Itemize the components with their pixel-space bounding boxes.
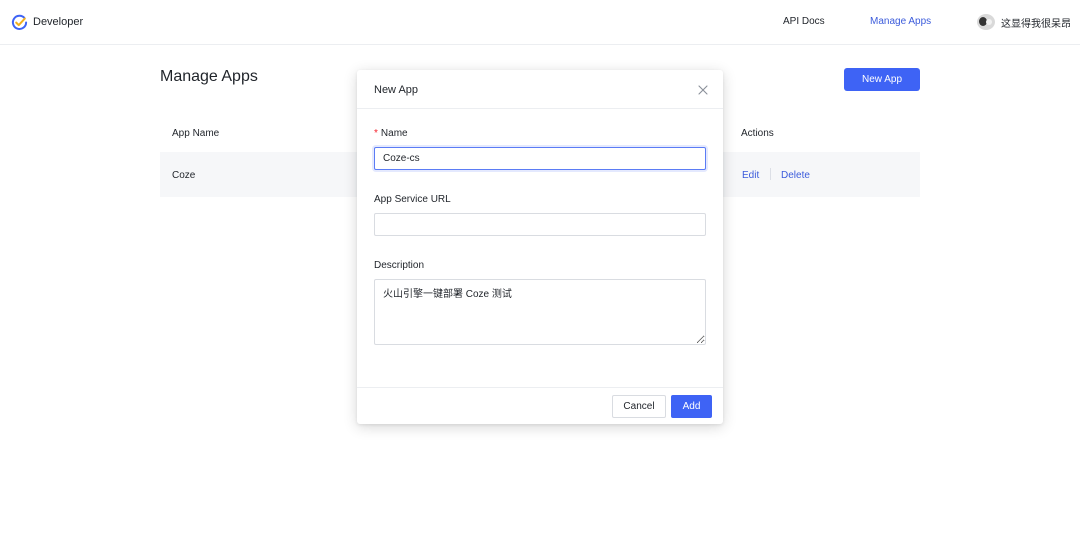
avatar [977, 14, 995, 30]
url-label: App Service URL [374, 194, 451, 205]
app-service-url-input[interactable] [374, 213, 706, 236]
close-icon[interactable] [696, 83, 710, 97]
description-textarea[interactable]: 火山引擎一键部署 Coze 测试 [374, 279, 706, 345]
app-name-cell: Coze [172, 170, 196, 181]
page-title: Manage Apps [160, 68, 258, 85]
name-label: * Name [374, 128, 408, 139]
brand-label: Developer [33, 16, 84, 28]
user-name: 这显得我很呆昂 [1001, 18, 1071, 30]
description-label: Description [374, 260, 425, 271]
new-app-button[interactable]: New App [844, 68, 920, 91]
user-menu[interactable]: 这显得我很呆昂 [977, 14, 1071, 30]
dialog-title: New App [374, 84, 419, 96]
column-header-actions: Actions [741, 128, 774, 139]
name-label-text: Name [380, 128, 408, 139]
edit-link[interactable]: Edit [742, 170, 759, 181]
required-mark: * [374, 128, 378, 139]
action-divider [770, 168, 771, 180]
check-circle-icon [11, 14, 28, 31]
nav-link-api-docs[interactable]: API Docs [783, 16, 825, 27]
new-app-dialog: New App *Name App Service URL Descriptio… [357, 70, 723, 424]
delete-link[interactable]: Delete [781, 170, 810, 181]
nav-link-manage-apps[interactable]: Manage Apps [870, 16, 931, 27]
name-input[interactable] [374, 147, 706, 170]
cancel-button[interactable]: Cancel [612, 395, 666, 418]
dialog-header-divider [357, 108, 723, 109]
column-header-app-name: App Name [172, 128, 220, 139]
brand[interactable]: Developer [11, 13, 83, 31]
add-button[interactable]: Add [671, 395, 712, 418]
top-bar: Developer API Docs Manage Apps 这显得我很呆昂 [0, 0, 1080, 45]
dialog-footer-divider [357, 387, 723, 388]
